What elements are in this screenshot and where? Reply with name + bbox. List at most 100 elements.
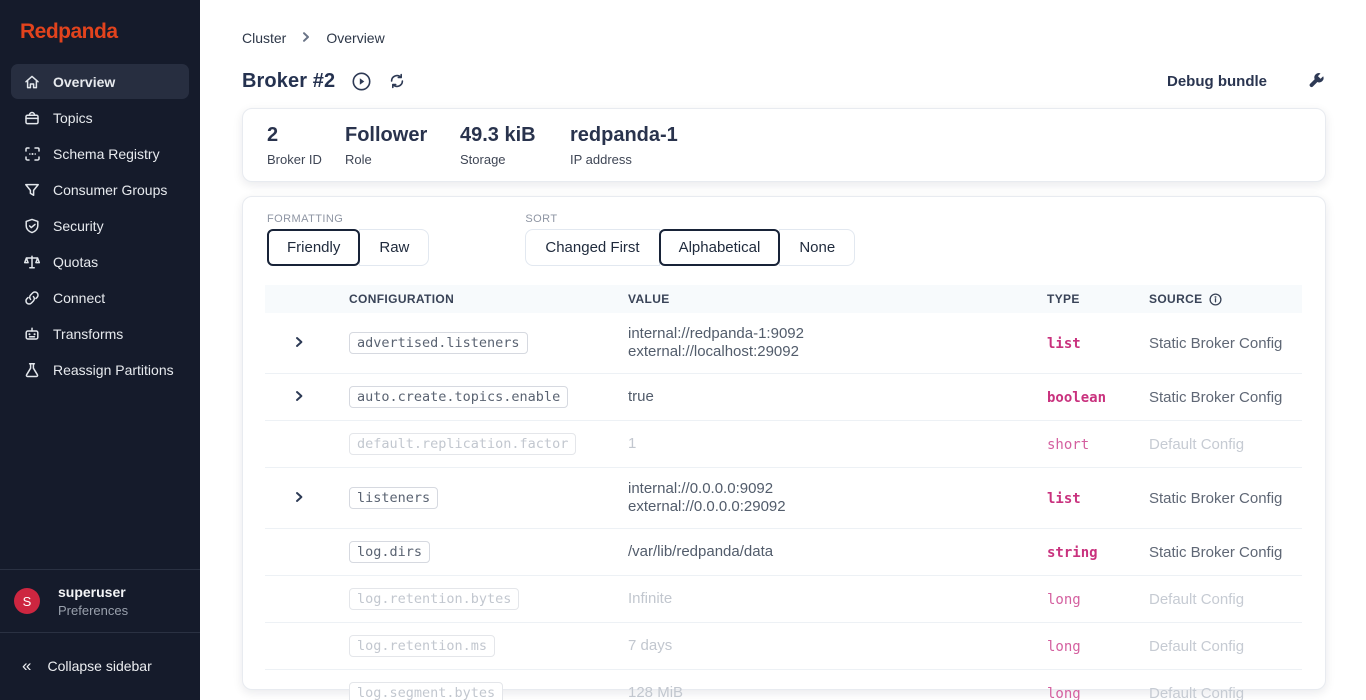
configuration-column-header: CONFIGURATION	[349, 285, 628, 313]
stat-storage: 49.3 kiB Storage	[460, 123, 570, 167]
sidebar-item-topics[interactable]: Topics	[11, 100, 189, 135]
table-header-row: CONFIGURATION VALUE TYPE SOURCE	[265, 285, 1302, 313]
expand-row-icon[interactable]	[293, 336, 305, 348]
link-icon	[23, 289, 41, 307]
breadcrumb: Cluster Overview	[242, 30, 385, 46]
scales-icon	[23, 253, 41, 271]
table-row: log.retention.ms 7 days long Default Con…	[265, 622, 1302, 670]
sort-label: SORT	[525, 213, 558, 225]
type-column-header: TYPE	[1047, 285, 1149, 313]
sidebar-item-label: Transforms	[53, 325, 124, 342]
sidebar-item-security[interactable]: Security	[11, 208, 189, 243]
formatting-friendly-button[interactable]: Friendly	[267, 229, 361, 266]
debug-bundle-link[interactable]: Debug bundle	[1167, 73, 1267, 90]
sidebar-item-label: Reassign Partitions	[53, 361, 174, 378]
sort-alphabetical-button[interactable]: Alphabetical	[658, 229, 781, 266]
stat-broker-id: 2 Broker ID	[267, 123, 345, 167]
sidebar-item-quotas[interactable]: Quotas	[11, 244, 189, 279]
flask-icon	[23, 361, 41, 379]
stat-label: Broker ID	[267, 152, 322, 167]
stat-value: redpanda-1	[570, 124, 678, 146]
info-icon[interactable]	[1208, 292, 1222, 306]
schema-registry-icon	[23, 145, 41, 163]
chevron-right-icon	[300, 30, 312, 46]
formatting-group: Friendly Raw	[267, 229, 430, 266]
config-source: Default Config	[1149, 637, 1245, 655]
sidebar-nav: Overview Topics Schema Registry Consumer…	[0, 62, 200, 390]
table-row: advertised.listeners internal://redpanda…	[265, 313, 1302, 374]
page-title: Broker #2	[242, 69, 336, 92]
sidebar-item-overview[interactable]: Overview	[11, 64, 189, 99]
table-row: log.segment.bytes 128 MiB long Default C…	[265, 669, 1302, 700]
value-column-header: VALUE	[628, 285, 1047, 313]
stat-value: Follower	[345, 124, 428, 146]
config-type: boolean	[1047, 389, 1107, 406]
config-value: 7 days	[628, 637, 673, 654]
config-value: /var/lib/redpanda/data	[628, 543, 774, 560]
breadcrumb-cluster[interactable]: Cluster	[242, 30, 286, 46]
main-content: Cluster Overview Broker #2 Debug bundle …	[200, 0, 1366, 700]
sidebar-item-transforms[interactable]: Transforms	[11, 316, 189, 351]
breadcrumb-overview: Overview	[326, 30, 385, 46]
config-table: CONFIGURATION VALUE TYPE SOURCE advertis…	[265, 285, 1302, 700]
expand-column-header	[265, 285, 349, 313]
sidebar-item-label: Topics	[53, 109, 93, 126]
double-chevron-left-icon: «	[22, 656, 32, 675]
stat-value: 49.3 kiB	[460, 124, 536, 146]
formatting-control: FORMATTING Friendly Raw	[267, 213, 430, 266]
redpanda-logo[interactable]: Redpanda	[0, 0, 200, 62]
stat-role: Follower Role	[345, 123, 460, 167]
sidebar-item-reassign-partitions[interactable]: Reassign Partitions	[11, 352, 189, 387]
config-type: list	[1047, 490, 1081, 507]
config-source: Static Broker Config	[1149, 334, 1283, 352]
config-value: internal://0.0.0.0:9092	[628, 480, 774, 497]
table-row: auto.create.topics.enable true boolean S…	[265, 373, 1302, 421]
sidebar: Redpanda Overview Topics Schema Registry…	[0, 0, 200, 700]
sidebar-item-label: Overview	[53, 73, 116, 90]
avatar: S	[14, 588, 40, 614]
config-type: short	[1047, 436, 1090, 453]
source-column-header: SOURCE	[1149, 285, 1302, 313]
sidebar-item-consumer-groups[interactable]: Consumer Groups	[11, 172, 189, 207]
config-source: Static Broker Config	[1149, 489, 1283, 507]
sort-none-button[interactable]: None	[779, 229, 856, 266]
sort-changed-first-button[interactable]: Changed First	[525, 229, 660, 266]
config-name-chip: log.segment.bytes	[349, 682, 504, 700]
config-value: Infinite	[628, 590, 673, 607]
sidebar-item-label: Consumer Groups	[53, 181, 168, 198]
config-name-chip: auto.create.topics.enable	[349, 386, 569, 408]
broker-stats-card: 2 Broker ID Follower Role 49.3 kiB Stora…	[242, 108, 1326, 182]
sidebar-item-schema-registry[interactable]: Schema Registry	[11, 136, 189, 171]
table-row: log.retention.bytes Infinite long Defaul…	[265, 575, 1302, 623]
config-value: 1	[628, 435, 637, 452]
topics-box-icon	[23, 109, 41, 127]
play-circle-icon[interactable]	[351, 71, 372, 92]
refresh-icon[interactable]	[388, 72, 406, 90]
config-name-chip: log.retention.ms	[349, 635, 496, 657]
config-source: Default Config	[1149, 590, 1245, 608]
config-value: external://0.0.0.0:29092	[628, 498, 786, 515]
stat-label: IP address	[570, 152, 632, 167]
sidebar-item-connect[interactable]: Connect	[11, 280, 189, 315]
config-name-chip: listeners	[349, 487, 439, 509]
collapse-sidebar-button[interactable]: « Collapse sidebar	[0, 633, 200, 700]
stat-ip-address: redpanda-1 IP address	[570, 123, 678, 167]
expand-row-icon[interactable]	[293, 390, 305, 402]
config-value: internal://redpanda-1:9092	[628, 325, 804, 342]
sidebar-bottom: S superuser Preferences « Collapse sideb…	[0, 569, 200, 700]
sidebar-item-label: Schema Registry	[53, 145, 160, 162]
formatting-raw-button[interactable]: Raw	[359, 229, 430, 266]
config-source: Static Broker Config	[1149, 543, 1283, 561]
config-type: long	[1047, 638, 1081, 655]
config-card: FORMATTING Friendly Raw SORT Changed Fir…	[242, 196, 1326, 700]
preferences-link[interactable]: Preferences	[58, 603, 128, 618]
table-row: log.dirs /var/lib/redpanda/data string S…	[265, 528, 1302, 576]
expand-row-icon[interactable]	[293, 491, 305, 503]
user-profile[interactable]: S superuser Preferences	[0, 570, 200, 632]
config-source: Default Config	[1149, 684, 1245, 700]
config-value: external://localhost:29092	[628, 343, 799, 360]
stat-value: 2	[267, 124, 279, 146]
wrench-icon[interactable]	[1307, 72, 1326, 91]
sort-control: SORT Changed First Alphabetical None	[525, 213, 856, 266]
config-value: true	[628, 388, 654, 405]
